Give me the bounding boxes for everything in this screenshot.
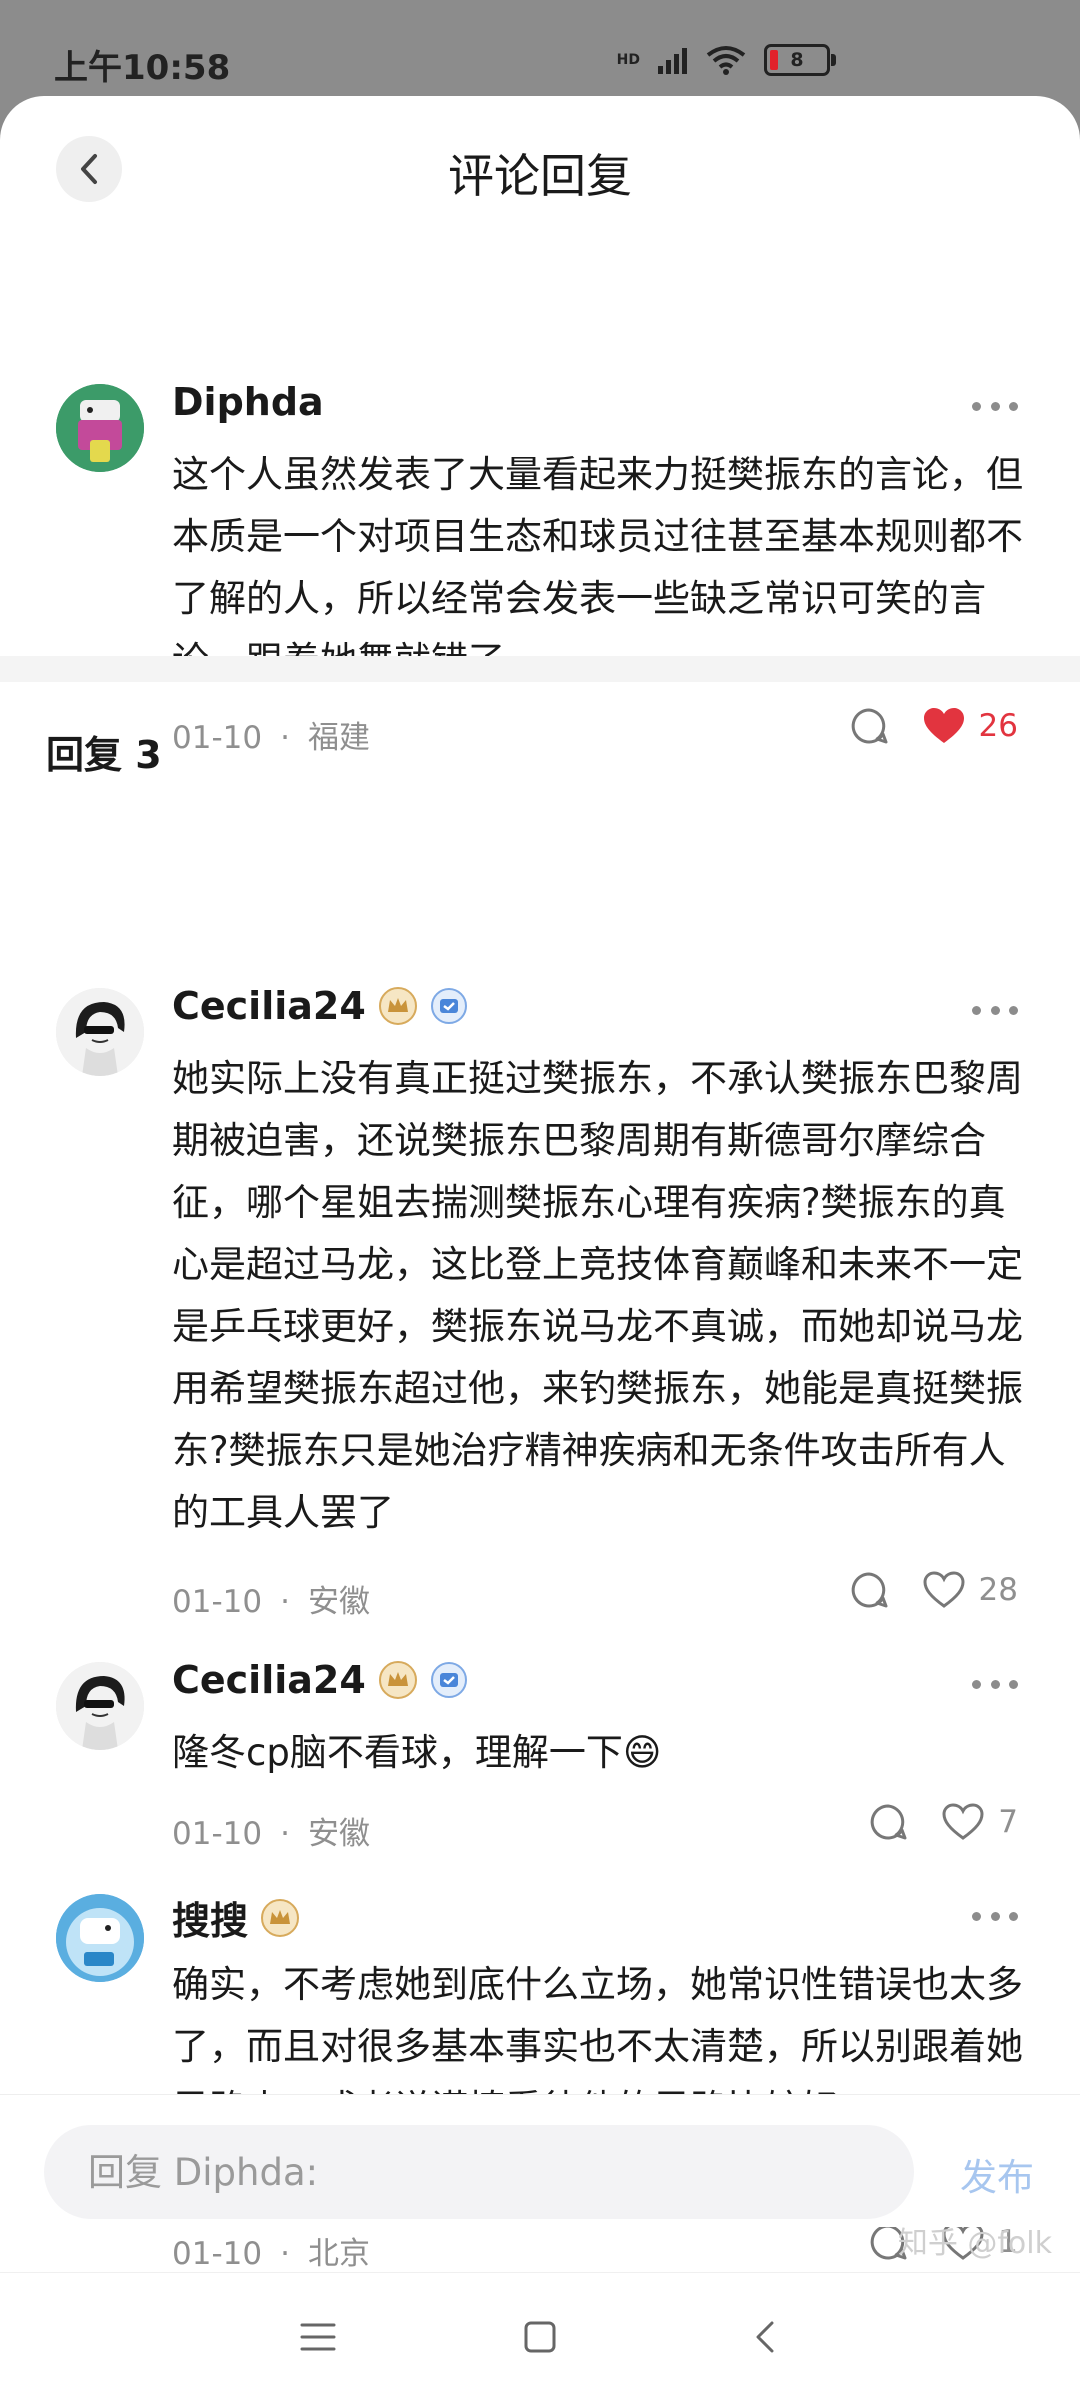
comment-location: 北京 xyxy=(307,2236,370,2272)
more-dot xyxy=(1009,1911,1018,1921)
more-dot xyxy=(972,1911,981,1921)
comment-location: 福建 xyxy=(307,720,370,756)
replies-heading: 回复 3 xyxy=(46,733,162,777)
reply-button[interactable] xyxy=(868,1802,908,1842)
author-row: Cecilia24 xyxy=(172,1658,468,1702)
battery-level: 8 xyxy=(790,49,804,71)
status-icons: HD 8 xyxy=(616,44,836,76)
verified-badge-icon xyxy=(430,1662,467,1698)
comment-meta: 01-10 · 安徽 xyxy=(172,1808,370,1853)
more-dot xyxy=(1009,401,1018,411)
comment-date: 01-10 xyxy=(172,2236,263,2272)
like-button[interactable]: 7 xyxy=(942,1803,1018,1841)
author-name[interactable]: Cecilia24 xyxy=(172,1658,366,1702)
system-nav-bar xyxy=(0,2272,1080,2400)
status-bar: 上午10:58 HD 8 xyxy=(0,0,1080,110)
verified-badge-icon xyxy=(430,988,467,1024)
more-dot xyxy=(972,1005,981,1015)
comment-actions: 7 xyxy=(868,1802,1018,1842)
signal-icon xyxy=(658,48,687,74)
comment-location: 安徽 xyxy=(307,1816,370,1852)
like-count: 7 xyxy=(998,1804,1018,1840)
avatar[interactable] xyxy=(56,1894,144,1982)
comment-meta: 01-10 · 安徽 xyxy=(172,1576,370,1621)
meta-separator: · xyxy=(280,720,290,756)
more-button[interactable] xyxy=(972,396,1018,416)
like-count: 28 xyxy=(978,1572,1018,1608)
avatar[interactable] xyxy=(56,1662,144,1750)
avatar-image xyxy=(56,1894,144,1982)
comment-meta: 01-10 · 福建 xyxy=(172,712,370,757)
crown-badge-icon xyxy=(261,1898,300,1937)
more-button[interactable] xyxy=(972,1674,1018,1694)
comment-bubble-icon xyxy=(851,708,888,744)
like-button[interactable]: 26 xyxy=(923,707,1018,745)
author-row: Cecilia24 xyxy=(172,984,468,1028)
heart-filled-icon xyxy=(923,708,964,743)
author-name[interactable]: Diphda xyxy=(172,380,324,424)
avatar-image xyxy=(56,988,144,1076)
comment-date: 01-10 xyxy=(172,1816,263,1852)
comment-actions: 26 xyxy=(849,706,1018,746)
avatar[interactable] xyxy=(56,988,144,1076)
heart-outline-icon xyxy=(923,1571,965,1608)
sheet-header: 评论回复 xyxy=(0,96,1080,246)
status-time: 上午10:58 xyxy=(54,48,231,88)
more-button[interactable] xyxy=(972,1000,1018,1020)
comment-date: 01-10 xyxy=(172,1584,263,1620)
more-dot xyxy=(972,401,981,411)
author-name[interactable]: Cecilia24 xyxy=(172,984,366,1028)
comment-bubble-icon xyxy=(851,1572,888,1608)
wifi-icon xyxy=(706,46,746,75)
author-name[interactable]: 搜搜 xyxy=(172,1890,248,1945)
comment-date: 01-10 xyxy=(172,720,263,756)
avatar[interactable] xyxy=(56,384,144,472)
comment-text: 隆冬cp脑不看球，理解一下😄 xyxy=(172,1731,662,1774)
reply-input[interactable] xyxy=(44,2125,914,2219)
battery-icon: 8 xyxy=(764,44,836,76)
author-row: 搜搜 xyxy=(172,1890,300,1945)
back-nav-icon[interactable] xyxy=(750,2319,780,2355)
menu-nav-icon[interactable] xyxy=(298,2319,338,2355)
more-dot xyxy=(990,1005,1000,1015)
network-type: HD xyxy=(616,52,640,68)
like-count: 26 xyxy=(978,708,1018,744)
comment-bubble-icon xyxy=(870,1804,907,1840)
crown-badge-icon xyxy=(378,1661,417,1699)
more-dot xyxy=(972,1679,981,1689)
section-divider xyxy=(0,656,1080,682)
comment-text: 这个人虽然发表了大量看起来力挺樊振东的言论，但本质是一个对项目生态和球员过往甚至… xyxy=(172,453,1023,682)
watermark: 知乎 @folk xyxy=(897,2226,1052,2261)
avatar-image xyxy=(56,1662,144,1750)
author-row: Diphda xyxy=(172,380,324,424)
crown-badge-icon xyxy=(378,987,417,1025)
reply-button[interactable] xyxy=(849,706,889,746)
comment-meta: 01-10 · 北京 xyxy=(172,2228,370,2273)
meta-separator: · xyxy=(280,1816,290,1852)
like-button[interactable]: 28 xyxy=(923,1571,1018,1609)
comment-sheet: 评论回复 Diphda 这个人虽然发表了大量看起来力挺樊振东的言论，但本质是一个… xyxy=(0,96,1080,2400)
more-dot xyxy=(990,1679,1000,1689)
comment-actions: 28 xyxy=(849,1570,1018,1610)
page-title: 评论回复 xyxy=(448,149,632,203)
reply-button[interactable] xyxy=(849,1570,889,1610)
more-dot xyxy=(990,401,1000,411)
home-nav-icon[interactable] xyxy=(522,2319,558,2355)
meta-separator: · xyxy=(280,1584,290,1620)
avatar-image xyxy=(56,384,144,472)
heart-outline-icon xyxy=(942,1803,984,1840)
comment-location: 安徽 xyxy=(307,1584,370,1620)
reply-input-bar: 发布 xyxy=(0,2094,1080,2227)
more-dot xyxy=(1009,1679,1018,1689)
more-button[interactable] xyxy=(972,1906,1018,1926)
comment-text: 她实际上没有真正挺过樊振东，不承认樊振东巴黎周期被迫害，还说樊振东巴黎周期有斯德… xyxy=(172,1057,1023,1534)
more-dot xyxy=(990,1911,1000,1921)
meta-separator: · xyxy=(280,2236,290,2272)
more-dot xyxy=(1009,1005,1018,1015)
publish-button[interactable]: 发布 xyxy=(960,2147,1034,2201)
